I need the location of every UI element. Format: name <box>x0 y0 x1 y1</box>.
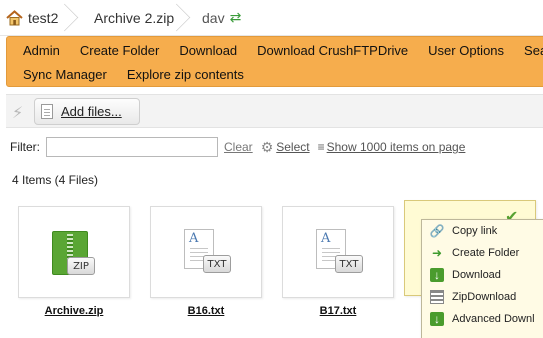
context-item-advanced-download[interactable]: ↓ Advanced Downl <box>422 308 543 330</box>
menu-item-search[interactable]: Sea <box>514 43 543 58</box>
action-menu: Admin Create Folder Download Download Cr… <box>6 36 543 87</box>
menu-item-sync-manager[interactable]: Sync Manager <box>7 67 117 82</box>
context-item-create-folder[interactable]: ➜ Create Folder <box>422 242 543 264</box>
filter-label: Filter: <box>10 140 40 154</box>
context-item-copy-link[interactable]: 🔗 Copy link <box>422 220 543 242</box>
add-files-label: Add files... <box>61 104 122 119</box>
breadcrumb-item-dav[interactable]: dav ⇄ <box>192 0 241 36</box>
context-item-download[interactable]: ↓ Download <box>422 264 543 286</box>
menu-item-admin[interactable]: Admin <box>7 43 70 58</box>
gear-icon: ⚙ <box>260 138 274 155</box>
select-link[interactable]: Select <box>276 140 309 154</box>
lightning-icon[interactable]: ⚡ <box>12 103 23 123</box>
menu-item-create-folder[interactable]: Create Folder <box>70 43 169 58</box>
context-menu: 🔗 Copy link ➜ Create Folder ↓ Download Z… <box>421 219 543 338</box>
action-menu-row: Sync Manager Explore zip contents <box>7 62 254 87</box>
clear-link[interactable]: Clear <box>224 140 253 154</box>
filter-input[interactable] <box>46 137 218 157</box>
context-item-label: Copy link <box>452 225 498 237</box>
file-tile-b17-txt[interactable]: A TXT <box>282 206 394 298</box>
document-icon <box>41 104 53 119</box>
file-tile-archive-zip[interactable]: ZIP <box>18 206 130 298</box>
download-icon: ↓ <box>430 268 444 282</box>
menu-item-download-crushftpdrive[interactable]: Download CrushFTPDrive <box>247 43 418 58</box>
package-icon: ■ <box>430 334 444 338</box>
file-type-badge: ZIP <box>67 257 95 275</box>
menu-item-user-options[interactable]: User Options <box>418 43 514 58</box>
filter-bar: Filter: Clear ⚙ Select ≡ Show 1000 items… <box>0 134 543 160</box>
breadcrumb: test2 Archive 2.zip dav ⇄ <box>0 0 543 36</box>
file-name-link[interactable]: B16.txt <box>150 305 262 317</box>
breadcrumb-label: dav <box>202 9 225 26</box>
add-files-button[interactable]: Add files... <box>34 98 140 125</box>
zip-icon <box>430 290 444 304</box>
refresh-icon[interactable]: ⇄ <box>230 9 242 26</box>
breadcrumb-label: Archive 2.zip <box>94 9 175 26</box>
file-type-badge: TXT <box>203 255 231 273</box>
context-item-label: Create Folder <box>452 247 520 259</box>
breadcrumb-label: test2 <box>28 9 59 26</box>
download-icon: ↓ <box>430 312 444 326</box>
item-count: 4 Items (4 Files) <box>12 173 99 187</box>
menu-item-explore-zip[interactable]: Explore zip contents <box>117 67 254 82</box>
list-icon: ≡ <box>317 140 325 154</box>
breadcrumb-item-archive[interactable]: Archive 2.zip <box>80 0 192 36</box>
context-item-label: ZipDownload <box>452 291 517 303</box>
breadcrumb-item-home[interactable]: test2 <box>0 0 80 36</box>
context-item-more[interactable]: ■ <box>422 330 543 338</box>
file-type-badge: TXT <box>335 255 363 273</box>
file-name-link[interactable]: Archive.zip <box>18 305 130 317</box>
arrow-right-icon: ➜ <box>431 246 443 260</box>
toolbar: ⚡ Add files... <box>6 94 543 128</box>
context-item-zipdownload[interactable]: ZipDownload <box>422 286 543 308</box>
file-name-link[interactable]: B17.txt <box>282 305 394 317</box>
home-icon <box>6 9 23 25</box>
context-item-label: Advanced Downl <box>452 313 535 325</box>
show-items-link[interactable]: Show 1000 items on page <box>327 140 466 154</box>
action-menu-row: Admin Create Folder Download Download Cr… <box>7 38 543 63</box>
link-icon: 🔗 <box>429 224 445 238</box>
menu-item-download[interactable]: Download <box>169 43 247 58</box>
file-tile-b16-txt[interactable]: A TXT <box>150 206 262 298</box>
context-item-label: Download <box>452 269 501 281</box>
